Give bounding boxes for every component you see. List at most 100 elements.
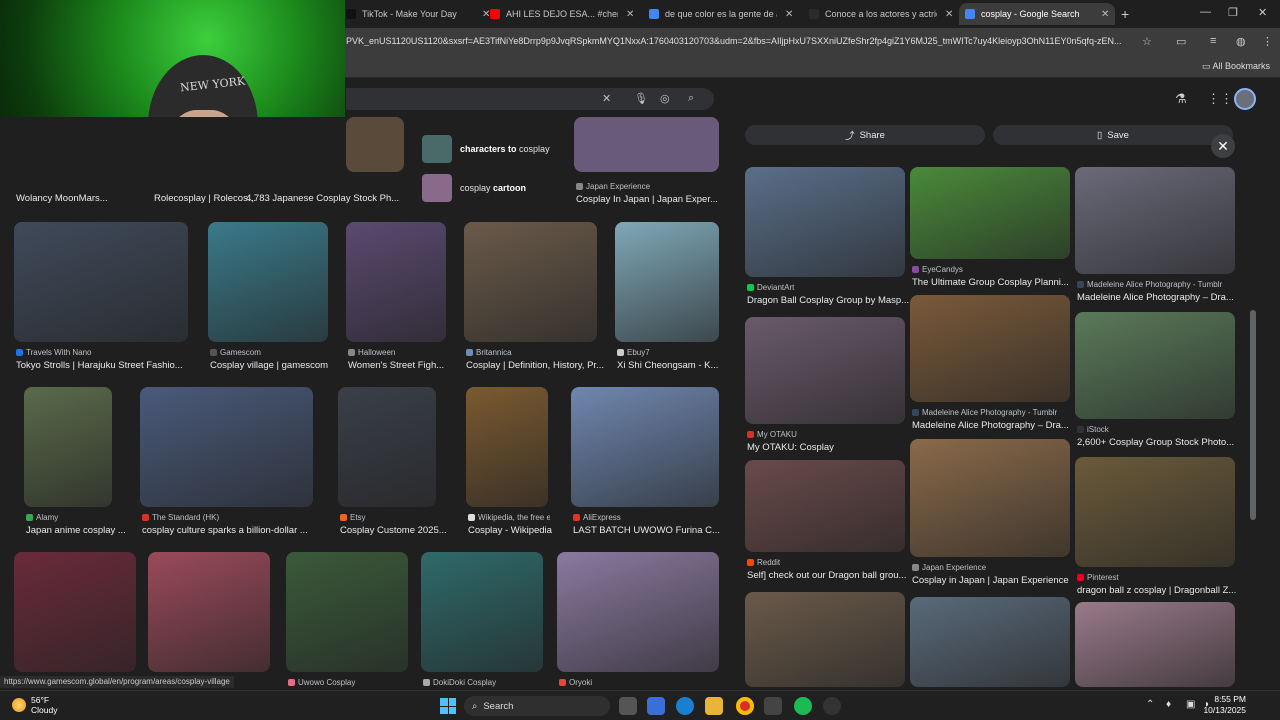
- store-icon[interactable]: [764, 697, 782, 715]
- search-input[interactable]: ✕ 🎙 ◎ ⌕: [346, 88, 714, 110]
- result-thumbnail[interactable]: [338, 387, 436, 507]
- mic-tray-icon[interactable]: ♦: [1166, 699, 1171, 710]
- result-thumbnail[interactable]: [910, 295, 1070, 402]
- tab-1[interactable]: AHI LES DEJO ESA... #chenteydi ✕: [484, 3, 640, 25]
- mic-icon[interactable]: 🎙: [634, 92, 648, 105]
- result-thumbnail[interactable]: [14, 222, 188, 342]
- result-title[interactable]: Cosplay Custome 2025...: [340, 525, 456, 536]
- menu-lines-icon[interactable]: ≡: [1210, 35, 1216, 47]
- display-icon[interactable]: ▣: [1186, 699, 1195, 710]
- scrollbar[interactable]: [1250, 128, 1256, 673]
- avatar[interactable]: [1234, 88, 1256, 110]
- result-title[interactable]: Rolecosplay | Rolecos...: [154, 193, 256, 204]
- result-thumbnail[interactable]: [574, 117, 719, 172]
- related-search-characters[interactable]: characters to cosplay: [422, 135, 550, 163]
- url-field[interactable]: PVK_enUS1120US1120&sxsrf=AE3TifNiYe8Drrp…: [346, 36, 1136, 46]
- file-explorer-icon[interactable]: [705, 697, 723, 715]
- result-title[interactable]: Cosplay In Japan | Japan Exper...: [576, 194, 719, 205]
- chevron-up-icon[interactable]: ⌃: [1146, 699, 1154, 710]
- settings-icon[interactable]: [823, 697, 841, 715]
- result-title[interactable]: LAST BATCH UWOWO Furina C...: [573, 525, 733, 536]
- result-title[interactable]: Dragon Ball Cosplay Group by Masp...: [747, 295, 925, 306]
- result-thumbnail[interactable]: [1075, 312, 1235, 419]
- lens-icon[interactable]: ◎: [660, 92, 670, 105]
- cast-icon[interactable]: ▭: [1176, 35, 1186, 48]
- share-button[interactable]: ⤴ Share: [745, 125, 985, 145]
- related-search-cartoon[interactable]: cosplay cartoon: [422, 174, 526, 202]
- result-title[interactable]: Japan anime cosplay ...: [26, 525, 132, 536]
- tab-3[interactable]: Conoce a los actores y actrices ✕: [803, 3, 959, 25]
- result-thumbnail[interactable]: [1075, 602, 1235, 687]
- tab-close-icon[interactable]: ✕: [945, 9, 953, 20]
- result-thumbnail[interactable]: [557, 552, 719, 672]
- apps-grid-icon[interactable]: ⋮⋮: [1207, 91, 1233, 107]
- result-thumbnail[interactable]: [208, 222, 328, 342]
- close-window-button[interactable]: ✕: [1258, 6, 1267, 19]
- result-thumbnail[interactable]: [571, 387, 719, 507]
- result-title[interactable]: Cosplay in Japan | Japan Experience: [912, 575, 1090, 586]
- result-thumbnail[interactable]: [1075, 167, 1235, 274]
- result-thumbnail[interactable]: [615, 222, 719, 342]
- result-title[interactable]: The Ultimate Group Cosplay Planni...: [912, 277, 1090, 288]
- result-title[interactable]: Self] check out our Dragon ball grou...: [747, 570, 925, 581]
- result-thumbnail[interactable]: [745, 167, 905, 277]
- all-bookmarks-button[interactable]: ▭ All Bookmarks: [1202, 61, 1270, 72]
- result-thumbnail[interactable]: [745, 317, 905, 424]
- result-title[interactable]: 2,600+ Cosplay Group Stock Photo...: [1077, 437, 1255, 448]
- restore-button[interactable]: ❐: [1228, 6, 1238, 19]
- clear-icon[interactable]: ✕: [602, 92, 611, 105]
- result-thumbnail[interactable]: [910, 597, 1070, 687]
- minimize-button[interactable]: —: [1200, 6, 1211, 18]
- search-icon[interactable]: ⌕: [688, 92, 694, 105]
- result-title[interactable]: Wolancy MoonMars...: [16, 193, 108, 204]
- star-icon[interactable]: ☆: [1142, 35, 1152, 48]
- result-title[interactable]: Cosplay - Wikipedia: [468, 525, 568, 536]
- more-vert-icon[interactable]: ⋮: [1262, 35, 1273, 48]
- result-title[interactable]: dragon ball z cosplay | Dragonball Z...: [1077, 585, 1255, 596]
- result-thumbnail[interactable]: [464, 222, 597, 342]
- result-thumbnail[interactable]: [14, 552, 136, 672]
- result-thumbnail[interactable]: [745, 460, 905, 552]
- tab-close-icon[interactable]: ✕: [785, 9, 793, 20]
- windows-start-icon[interactable]: [440, 698, 456, 714]
- copilot-icon[interactable]: [647, 697, 665, 715]
- result-thumbnail[interactable]: [148, 552, 270, 672]
- result-thumbnail[interactable]: [346, 117, 404, 172]
- labs-icon[interactable]: ⚗: [1175, 91, 1187, 107]
- result-title[interactable]: 4,783 Japanese Cosplay Stock Ph...: [246, 193, 399, 204]
- result-title[interactable]: cosplay culture sparks a billion-dollar …: [142, 525, 333, 536]
- weather-widget[interactable]: 56°F Cloudy: [12, 695, 57, 715]
- result-thumbnail[interactable]: [140, 387, 313, 507]
- result-thumbnail[interactable]: [421, 552, 543, 672]
- result-thumbnail[interactable]: [745, 592, 905, 687]
- chrome-icon[interactable]: [736, 697, 754, 715]
- tab-4[interactable]: cosplay - Google Search ✕: [959, 3, 1116, 25]
- extensions-icon[interactable]: ◍: [1236, 35, 1246, 48]
- tab-0[interactable]: TikTok - Make Your Day ✕: [340, 3, 496, 25]
- result-thumbnail[interactable]: [466, 387, 548, 507]
- result-title[interactable]: My OTAKU: Cosplay: [747, 442, 925, 453]
- tab-2[interactable]: de que color es la gente de au ✕: [643, 3, 799, 25]
- save-button[interactable]: ▯ Save: [993, 125, 1233, 145]
- result-thumbnail[interactable]: [910, 167, 1070, 259]
- edge-icon[interactable]: [676, 697, 694, 715]
- scrollbar-thumb[interactable]: [1250, 310, 1256, 520]
- result-thumbnail[interactable]: [286, 552, 408, 672]
- new-tab-button[interactable]: +: [1121, 6, 1129, 22]
- result-title[interactable]: Tokyo Strolls | Harajuku Street Fashio..…: [16, 360, 208, 371]
- result-thumbnail[interactable]: [346, 222, 446, 342]
- taskbar-search[interactable]: ⌕ Search: [464, 696, 610, 716]
- result-thumbnail[interactable]: [1075, 457, 1235, 567]
- clock[interactable]: 8:55 PM 10/13/2025: [1200, 694, 1246, 716]
- result-title[interactable]: Women's Street Figh...: [348, 360, 466, 371]
- close-panel-button[interactable]: ✕: [1211, 134, 1235, 158]
- result-thumbnail[interactable]: [910, 439, 1070, 557]
- task-view-icon[interactable]: [619, 697, 637, 715]
- tab-close-icon[interactable]: ✕: [1101, 9, 1109, 20]
- result-thumbnail[interactable]: [24, 387, 112, 507]
- result-title[interactable]: Cosplay village | gamescom: [210, 360, 348, 371]
- result-title[interactable]: Xi Shi Cheongsam - K...: [617, 360, 733, 371]
- tab-close-icon[interactable]: ✕: [626, 9, 634, 20]
- spotify-icon[interactable]: [794, 697, 812, 715]
- result-title[interactable]: Madeleine Alice Photography – Dra...: [1077, 292, 1255, 303]
